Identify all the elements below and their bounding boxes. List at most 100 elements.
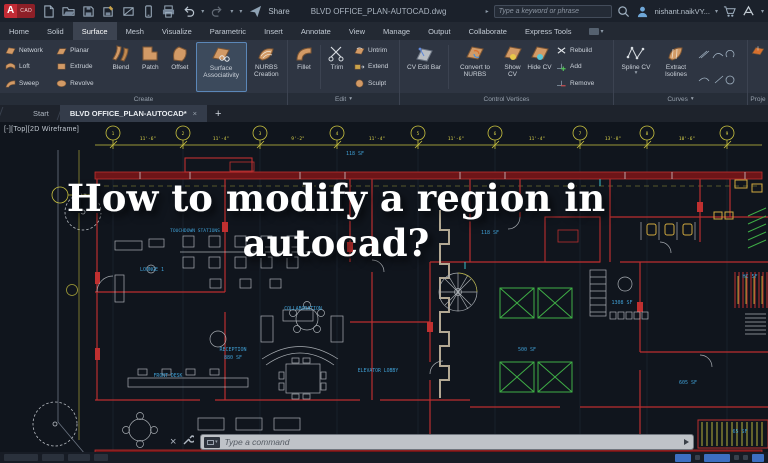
extract-isolines-button[interactable]: Extract Isolines	[657, 42, 695, 92]
untrim-button[interactable]: Untrim	[352, 46, 396, 55]
curves-tool-grid[interactable]	[697, 42, 737, 92]
svg-text:5: 5	[417, 131, 420, 137]
drawing-viewport[interactable]: 1 2 3 4 5 6 7 8 9 11'-6" 11'-4" 9'-2" 11…	[0, 122, 768, 463]
save-as-icon[interactable]	[101, 4, 115, 18]
user-caret-icon[interactable]: ▾	[715, 8, 718, 15]
tab-solid[interactable]: Solid	[38, 22, 73, 40]
conference-table	[278, 357, 327, 400]
model-tab[interactable]	[4, 454, 38, 461]
patch-button[interactable]: Patch	[137, 42, 164, 92]
redo-caret-icon[interactable]: ▾	[230, 8, 233, 15]
status-toggle[interactable]	[743, 455, 748, 460]
plot-icon[interactable]	[121, 4, 135, 18]
sweep-button[interactable]: Sweep	[3, 79, 52, 88]
spline-caret-icon: ▾	[634, 70, 638, 77]
tab-collaborate[interactable]: Collaborate	[460, 22, 516, 40]
status-toggle-osnap[interactable]	[704, 453, 730, 462]
spline-cv-button[interactable]: Spline CV ▾	[617, 42, 655, 92]
tab-insert[interactable]: Insert	[255, 22, 292, 40]
extract-isolines-icon	[668, 47, 683, 61]
add-button[interactable]: Add	[554, 62, 600, 72]
new-tab-button[interactable]: +	[207, 105, 229, 122]
fillet-button[interactable]: Fillet	[291, 42, 317, 92]
search-input[interactable]: Type a keyword or phrase	[493, 4, 612, 18]
user-avatar-icon[interactable]	[636, 4, 650, 18]
search-flyout-icon[interactable]: ▸	[486, 8, 489, 15]
surface-associativity-toggle[interactable]: Surface Associativity	[195, 42, 247, 92]
undo-icon[interactable]	[181, 4, 195, 18]
customize-wrench-icon[interactable]	[182, 433, 197, 451]
signed-in-user[interactable]: nishant.naikVY...	[655, 7, 710, 16]
revolve-button[interactable]: Revolve	[54, 79, 105, 88]
logo-caret-icon[interactable]: ▾	[761, 8, 764, 15]
layout-add-tab[interactable]	[94, 454, 108, 461]
nurbs-creation-toggle[interactable]: NURBS Creation	[249, 42, 284, 92]
tab-view[interactable]: View	[340, 22, 374, 40]
planar-button[interactable]: Planar	[54, 46, 105, 55]
tab-annotate[interactable]: Annotate	[292, 22, 340, 40]
rebuild-button[interactable]: Rebuild	[554, 46, 600, 55]
new-file-icon[interactable]	[41, 4, 55, 18]
layout-tab[interactable]	[68, 454, 90, 461]
featured-apps-toggle[interactable]: ▾	[581, 22, 612, 40]
hide-cv-icon	[530, 46, 549, 60]
file-tab-start[interactable]: Start	[23, 105, 59, 122]
show-cv-button[interactable]: Show CV	[500, 42, 525, 92]
print-icon[interactable]	[161, 4, 175, 18]
toolbar-caret-icon[interactable]: ▾	[239, 8, 242, 15]
blend-button[interactable]: Blend	[107, 42, 134, 92]
close-tab-icon[interactable]: ×	[193, 109, 197, 118]
tab-visualize[interactable]: Visualize	[153, 22, 201, 40]
share-button[interactable]: Share	[268, 7, 289, 16]
cv-edit-bar-button[interactable]: CV Edit Bar	[403, 42, 445, 92]
status-toggle-grid[interactable]	[675, 453, 691, 462]
hide-cv-button[interactable]: Hide CV	[527, 42, 552, 92]
status-toggle[interactable]	[734, 455, 739, 460]
tab-home[interactable]: Home	[0, 22, 38, 40]
svg-text:13'-8": 13'-8"	[605, 136, 621, 142]
autocad-app-badge[interactable]: A CAD	[4, 4, 36, 18]
search-icon[interactable]	[617, 4, 631, 18]
tab-mesh[interactable]: Mesh	[117, 22, 153, 40]
viewport-controls-label[interactable]: [-][Top][2D Wireframe]	[4, 126, 79, 133]
command-resize-handle-icon[interactable]	[684, 439, 690, 445]
tab-express-tools[interactable]: Express Tools	[516, 22, 581, 40]
tab-output[interactable]: Output	[419, 22, 460, 40]
extrude-button[interactable]: Extrude	[54, 62, 105, 71]
panel-title-create[interactable]: Create	[0, 93, 287, 105]
convert-to-nurbs-button[interactable]: Convert to NURBS	[452, 42, 498, 92]
offset-button[interactable]: Offset	[166, 42, 193, 92]
layout-tab[interactable]	[42, 454, 64, 461]
command-input[interactable]: ▾ Type a command	[200, 434, 695, 450]
undo-caret-icon[interactable]: ▾	[201, 8, 204, 15]
extend-button[interactable]: Extend	[352, 62, 396, 71]
panel-title-curves[interactable]: Curves ▾	[614, 93, 747, 105]
status-toggle[interactable]	[695, 455, 700, 460]
recent-commands-icon[interactable]: ▾	[204, 436, 221, 448]
sculpt-button[interactable]: Sculpt	[352, 79, 396, 88]
save-icon[interactable]	[81, 4, 95, 18]
share-plane-icon[interactable]	[248, 4, 262, 18]
panel-create: Network Loft Sweep Planar Extrude Revolv…	[0, 40, 288, 105]
mobile-icon[interactable]	[141, 4, 155, 18]
cart-icon[interactable]	[723, 4, 737, 18]
autodesk-logo-icon[interactable]	[742, 4, 756, 18]
network-button[interactable]: Network	[3, 46, 52, 55]
nurbs-creation-icon	[258, 48, 274, 61]
redo-icon[interactable]	[210, 4, 224, 18]
tab-parametric[interactable]: Parametric	[201, 22, 255, 40]
room-label: ELEVATOR LOBBY	[358, 368, 399, 374]
file-tab-drawing[interactable]: BLVD OFFICE_PLAN-AUTOCAD* ×	[59, 105, 208, 122]
panel-control-vertices: CV Edit Bar Convert to NURBS Show CV Hid…	[400, 40, 614, 105]
remove-button[interactable]: Remove	[554, 79, 600, 88]
panel-title-control-vertices[interactable]: Control Vertices	[400, 93, 613, 105]
status-toggle-polar[interactable]	[752, 453, 764, 462]
loft-button[interactable]: Loft	[3, 62, 52, 71]
floorplan-canvas[interactable]: 1 2 3 4 5 6 7 8 9 11'-6" 11'-4" 9'-2" 11…	[0, 122, 768, 463]
close-command-icon[interactable]: ×	[170, 436, 176, 448]
trim-button[interactable]: Trim	[324, 42, 350, 92]
open-folder-icon[interactable]	[61, 4, 75, 18]
panel-title-edit[interactable]: Edit ▾	[288, 93, 399, 105]
tab-manage[interactable]: Manage	[374, 22, 419, 40]
tab-surface[interactable]: Surface	[72, 22, 117, 40]
